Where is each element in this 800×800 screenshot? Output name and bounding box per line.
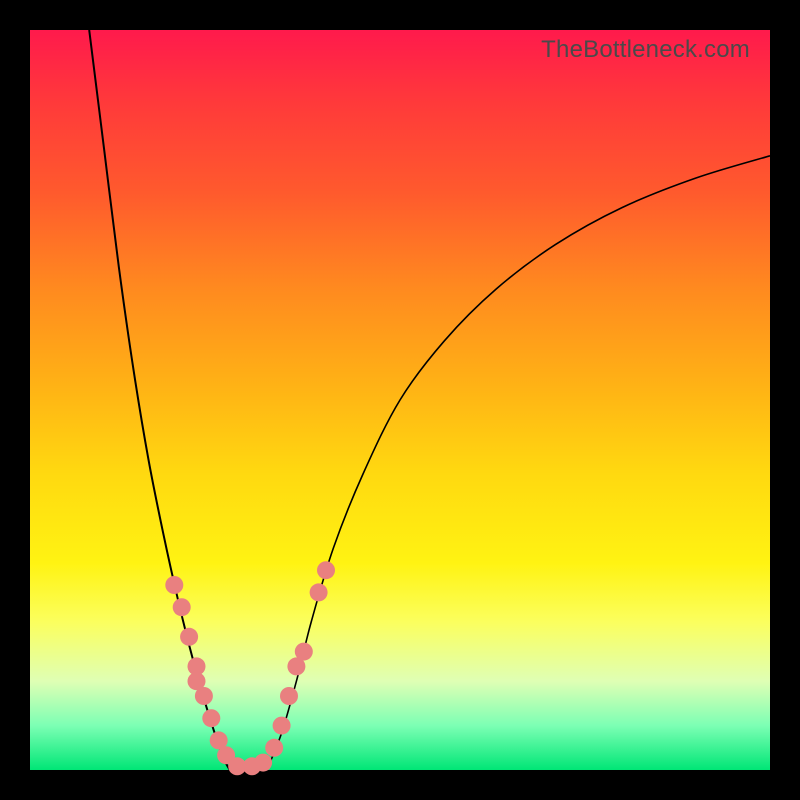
scatter-dot — [295, 643, 313, 661]
scatter-dot — [273, 717, 291, 735]
scatter-dot — [280, 687, 298, 705]
scatter-dot — [195, 687, 213, 705]
scatter-dot — [202, 709, 220, 727]
plot-area: TheBottleneck.com — [30, 30, 770, 770]
chart-frame: TheBottleneck.com — [0, 0, 800, 800]
scatter-dot — [317, 561, 335, 579]
left-curve — [89, 30, 230, 770]
scatter-dot — [173, 598, 191, 616]
scatter-dot — [180, 628, 198, 646]
scatter-dot — [310, 583, 328, 601]
scatter-dot — [254, 754, 272, 772]
scatter-dot — [265, 739, 283, 757]
scatter-dot — [165, 576, 183, 594]
chart-svg — [30, 30, 770, 770]
scatter-dots — [165, 561, 335, 775]
right-curve — [267, 156, 770, 770]
